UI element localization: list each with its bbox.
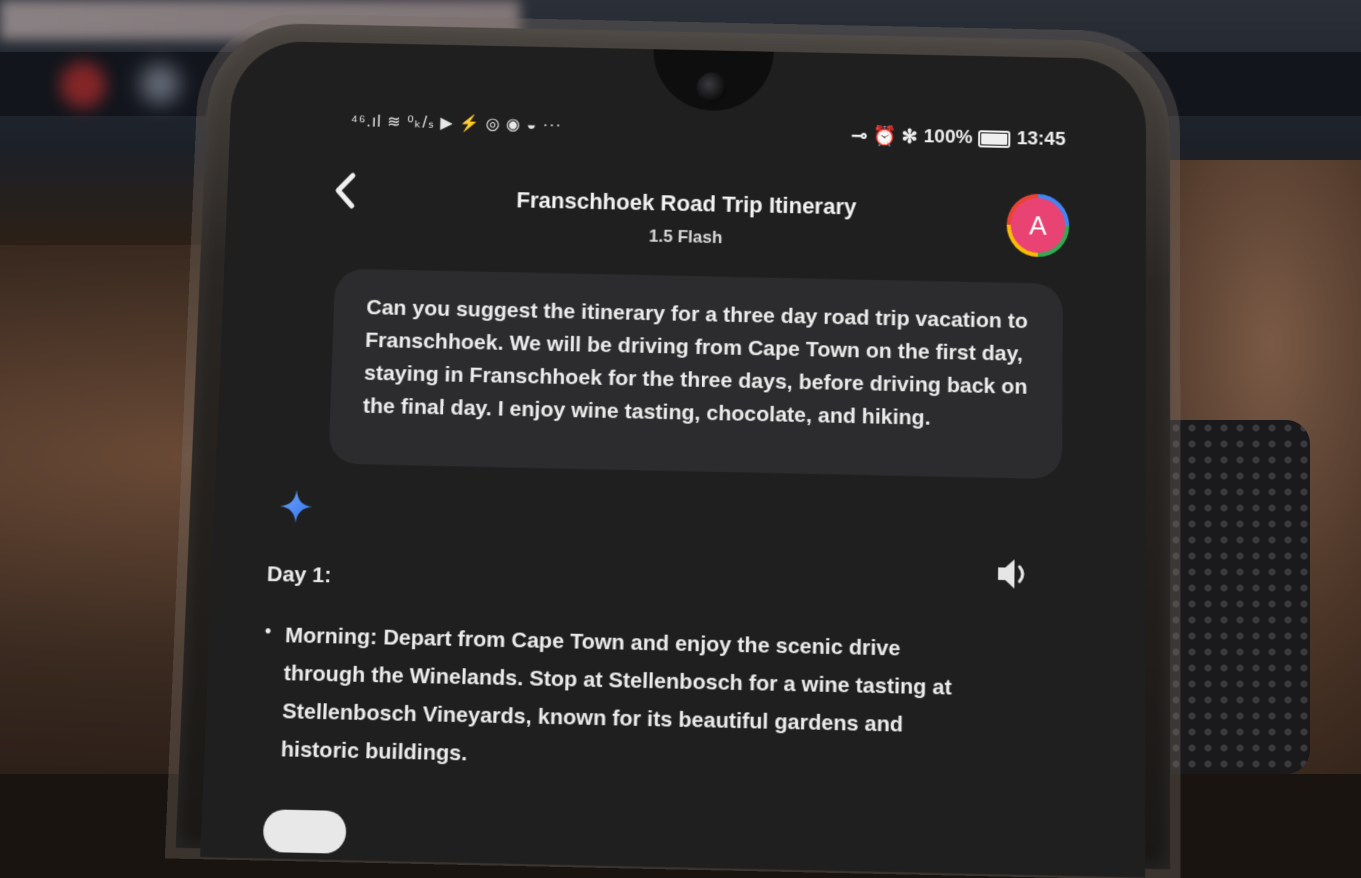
battery-percent: 100%	[924, 126, 973, 149]
status-icons-right: ⊸ ⏰ ✻	[851, 124, 918, 150]
bottom-action-chip[interactable]	[263, 809, 347, 854]
phone-screen: ⁴⁶.ıl ≋ ⁰ₖ/ₛ ▶ ⚡ ◎ ◉ ◒ ··· ⊸ ⏰ ✻ 100% 13…	[200, 40, 1146, 877]
account-avatar[interactable]: A	[1006, 193, 1069, 257]
phone: ⁴⁶.ıl ≋ ⁰ₖ/ₛ ▶ ⚡ ◎ ◉ ◒ ··· ⊸ ⏰ ✻ 100% 13…	[176, 22, 1170, 869]
status-time: 13:45	[1017, 128, 1066, 151]
day-heading: Day 1:	[266, 562, 331, 588]
battery-icon	[978, 130, 1010, 148]
status-bar-right: ⊸ ⏰ ✻ 100% 13:45	[851, 124, 1065, 153]
user-prompt-text: Can you suggest the itinerary for a thre…	[362, 292, 1034, 438]
response-paragraph: Morning: Depart from Cape Town and enjoy…	[280, 617, 983, 784]
background-blur-red	[60, 62, 106, 108]
gemini-spark-icon	[277, 487, 315, 525]
speaker-icon[interactable]	[992, 553, 1033, 596]
bullet-marker: •	[264, 621, 271, 643]
background-blur-gray	[140, 64, 180, 104]
status-icons-left: ⁴⁶.ıl ≋ ⁰ₖ/ₛ ▶ ⚡ ◎ ◉ ◒ ···	[350, 113, 562, 135]
status-bar-left: ⁴⁶.ıl ≋ ⁰ₖ/ₛ ▶ ⚡ ◎ ◉ ◒ ···	[350, 111, 562, 136]
user-prompt-bubble: Can you suggest the itinerary for a thre…	[328, 269, 1063, 480]
avatar-letter: A	[1011, 197, 1066, 253]
